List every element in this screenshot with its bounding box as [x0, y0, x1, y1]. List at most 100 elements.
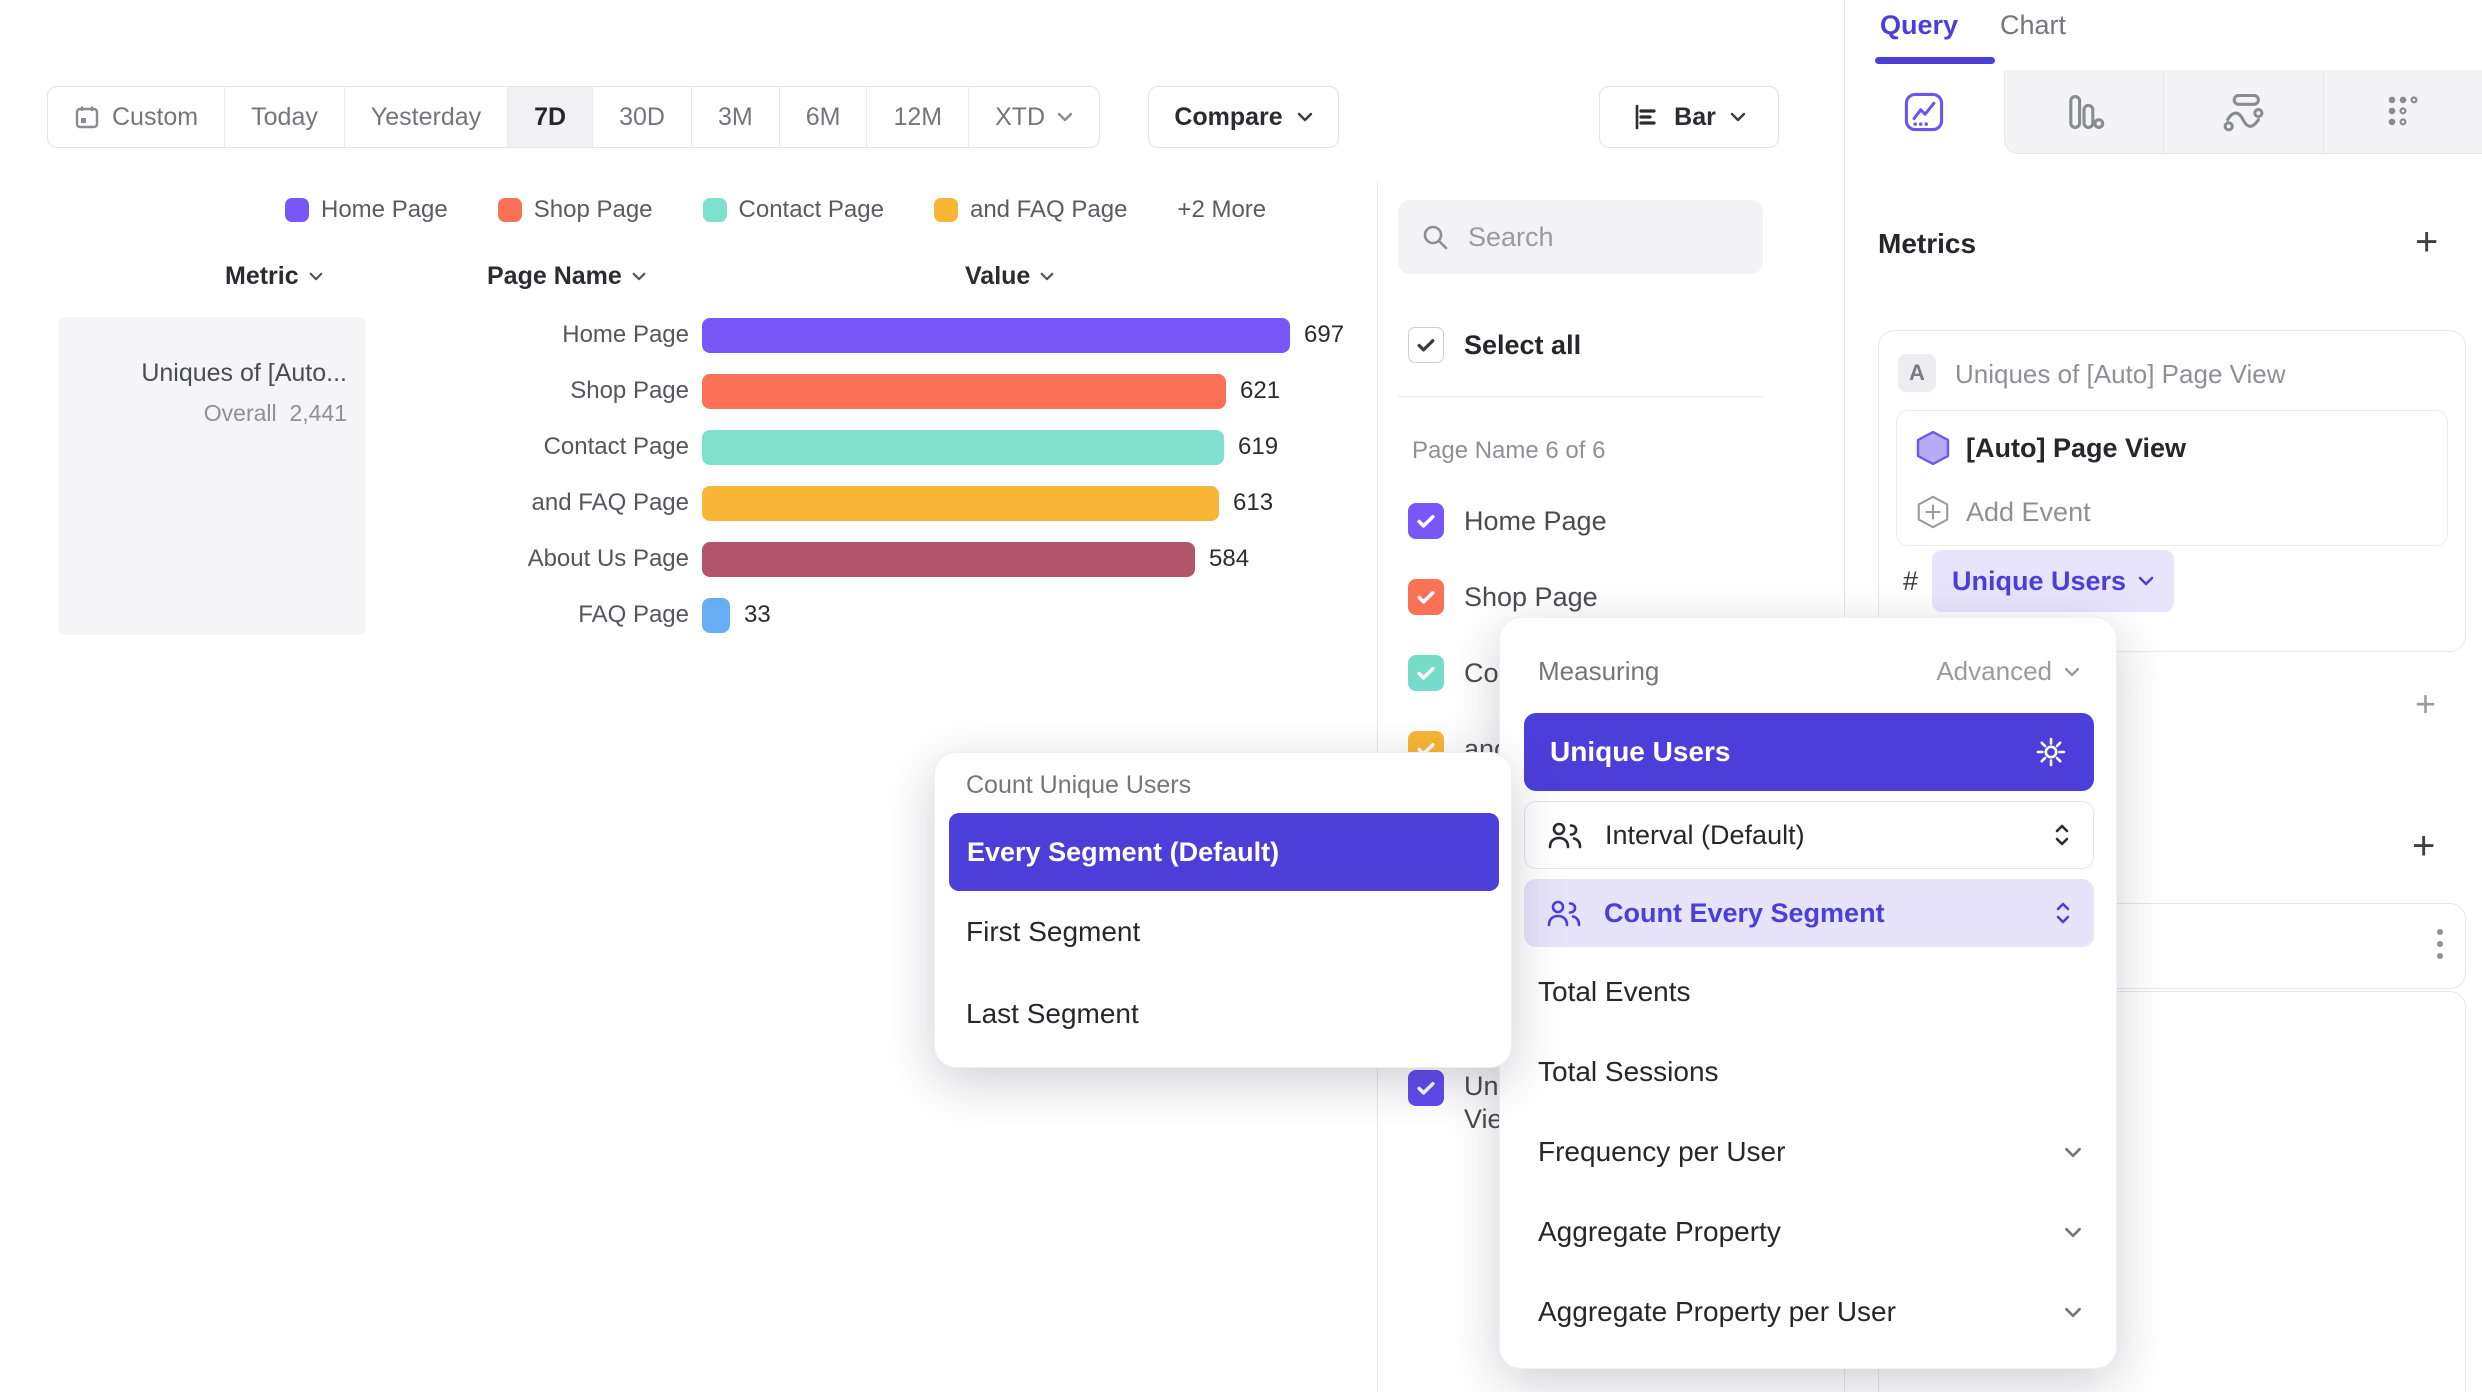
measuring-option-frequency-per-user[interactable]: Frequency per User	[1538, 1136, 2082, 1168]
chevron-down-icon	[1297, 112, 1313, 122]
legend-more[interactable]: +2 More	[1177, 196, 1266, 224]
tab-flows[interactable]	[2163, 70, 2323, 154]
stepper-icon[interactable]	[2054, 900, 2072, 926]
gear-icon[interactable]	[2034, 735, 2068, 769]
flows-icon	[2221, 90, 2265, 134]
bar-row: Home Page 697	[0, 307, 1377, 363]
advanced-dropdown[interactable]: Advanced	[1936, 656, 2080, 687]
date-range-today[interactable]: Today	[225, 87, 345, 147]
select-all-row[interactable]: Select all	[1408, 327, 1581, 363]
search-icon	[1420, 222, 1450, 252]
add-breakdown-button[interactable]: +	[2412, 826, 2435, 866]
chevron-down-icon	[2064, 667, 2080, 677]
more-options-icon[interactable]	[2437, 929, 2443, 959]
measuring-option-total-events[interactable]: Total Events	[1538, 976, 1691, 1008]
add-filter-button[interactable]: +	[2415, 686, 2436, 722]
date-range-group: Custom Today Yesterday 7D 30D 3M 6M 12M …	[47, 86, 1100, 148]
checkbox-checked[interactable]	[1408, 1070, 1444, 1106]
segment-option-last-segment[interactable]: Last Segment	[966, 998, 1139, 1030]
divider	[1398, 396, 1763, 397]
column-header-page-name[interactable]: Page Name	[487, 262, 646, 291]
calendar-icon	[74, 104, 100, 130]
chevron-down-icon	[1040, 272, 1054, 281]
check-icon	[1416, 666, 1436, 681]
search-input[interactable]	[1466, 221, 1750, 254]
date-range-custom[interactable]: Custom	[48, 87, 225, 147]
metrics-section-title: Metrics	[1878, 228, 1976, 260]
segment-popover-title: Count Unique Users	[966, 771, 1191, 800]
measuring-popover: Measuring Advanced Unique Users Interval…	[1499, 617, 2117, 1369]
chevron-down-icon	[2064, 1147, 2082, 1158]
metric-letter-badge: A	[1898, 354, 1936, 392]
legend-swatch	[498, 198, 522, 222]
segment-option-first-segment[interactable]: First Segment	[966, 916, 1140, 948]
legend-item[interactable]: Home Page	[285, 196, 448, 224]
measuring-title: Measuring	[1538, 656, 1659, 687]
chevron-down-icon	[1057, 112, 1073, 122]
compare-button[interactable]: Compare	[1148, 86, 1339, 148]
chevron-down-icon	[1730, 112, 1746, 122]
bar-shop-page[interactable]	[702, 374, 1226, 409]
event-name[interactable]: [Auto] Page View	[1966, 433, 2186, 464]
filter-item-home-page[interactable]: Home Page	[1408, 503, 1607, 539]
date-range-12m[interactable]: 12M	[867, 87, 969, 147]
stepper-icon[interactable]	[2053, 822, 2071, 848]
chart-type-selector[interactable]: Bar	[1599, 86, 1779, 148]
bar-chart: Home Page 697 Shop Page 621 Contact Page…	[0, 307, 1377, 643]
chevron-down-icon	[2064, 1307, 2082, 1318]
check-icon	[1416, 514, 1436, 529]
tab-query[interactable]: Query	[1880, 10, 1958, 41]
tab-insights-active[interactable]	[1845, 70, 2004, 154]
bar-row: FAQ Page 33	[0, 587, 1377, 643]
metric-summary: Uniques of [Auto] Page View	[1955, 359, 2286, 390]
checkbox-checked[interactable]	[1408, 503, 1444, 539]
column-header-metric[interactable]: Metric	[225, 262, 323, 291]
bar-contact-page[interactable]	[702, 430, 1224, 465]
add-metric-button[interactable]: +	[2415, 222, 2438, 262]
date-range-6m[interactable]: 6M	[780, 87, 868, 147]
add-event-button[interactable]: Add Event	[1966, 497, 2091, 528]
bar-faq-page[interactable]	[702, 598, 730, 633]
bar-and-faq-page[interactable]	[702, 486, 1219, 521]
date-range-3m[interactable]: 3M	[692, 87, 780, 147]
measuring-option-total-sessions[interactable]: Total Sessions	[1538, 1056, 1719, 1088]
measuring-option-unique-users-selected[interactable]: Unique Users	[1524, 713, 2094, 791]
retention-dots-icon	[2381, 90, 2425, 134]
legend-swatch	[934, 198, 958, 222]
legend-item[interactable]: and FAQ Page	[934, 196, 1127, 224]
chevron-down-icon	[632, 272, 646, 281]
checkbox-checked[interactable]	[1408, 579, 1444, 615]
filter-item-shop-page[interactable]: Shop Page	[1408, 579, 1598, 615]
add-event-hexagon-icon	[1915, 494, 1951, 530]
checkbox-checked[interactable]	[1408, 655, 1444, 691]
bar-about-us-page[interactable]	[702, 542, 1195, 577]
hash-symbol: #	[1903, 566, 1918, 597]
chevron-down-icon	[2064, 1227, 2082, 1238]
interval-selector[interactable]: Interval (Default)	[1524, 801, 2094, 869]
tab-funnels[interactable]	[2004, 70, 2164, 154]
date-range-yesterday[interactable]: Yesterday	[345, 87, 508, 147]
column-header-value[interactable]: Value	[965, 262, 1054, 291]
tab-chart[interactable]: Chart	[2000, 10, 2066, 41]
check-icon	[1416, 338, 1436, 353]
legend-item[interactable]: Contact Page	[703, 196, 884, 224]
segment-option-every-segment-selected[interactable]: Every Segment (Default)	[949, 813, 1499, 891]
date-range-7d[interactable]: 7D	[508, 87, 593, 147]
measurement-chip[interactable]: Unique Users	[1932, 550, 2174, 612]
people-icon	[1546, 899, 1582, 927]
legend-item[interactable]: Shop Page	[498, 196, 653, 224]
select-all-checkbox[interactable]	[1408, 327, 1444, 363]
tab-retention[interactable]	[2323, 70, 2482, 154]
measuring-option-aggregate-property[interactable]: Aggregate Property	[1538, 1216, 2082, 1248]
legend-swatch	[703, 198, 727, 222]
insights-report-page: Custom Today Yesterday 7D 30D 3M 6M 12M …	[0, 0, 2482, 1392]
horizontal-bar-chart-icon	[1632, 103, 1660, 131]
bar-row: Shop Page 621	[0, 363, 1377, 419]
bar-home-page[interactable]	[702, 318, 1290, 353]
date-range-30d[interactable]: 30D	[593, 87, 692, 147]
filter-item-partially-hidden[interactable]: Unl Vie	[1408, 1070, 1505, 1136]
count-every-segment-selector[interactable]: Count Every Segment	[1524, 879, 2094, 947]
check-icon	[1416, 1081, 1436, 1096]
date-range-xtd[interactable]: XTD	[969, 87, 1099, 147]
measuring-option-aggregate-property-per-user[interactable]: Aggregate Property per User	[1538, 1296, 2082, 1328]
